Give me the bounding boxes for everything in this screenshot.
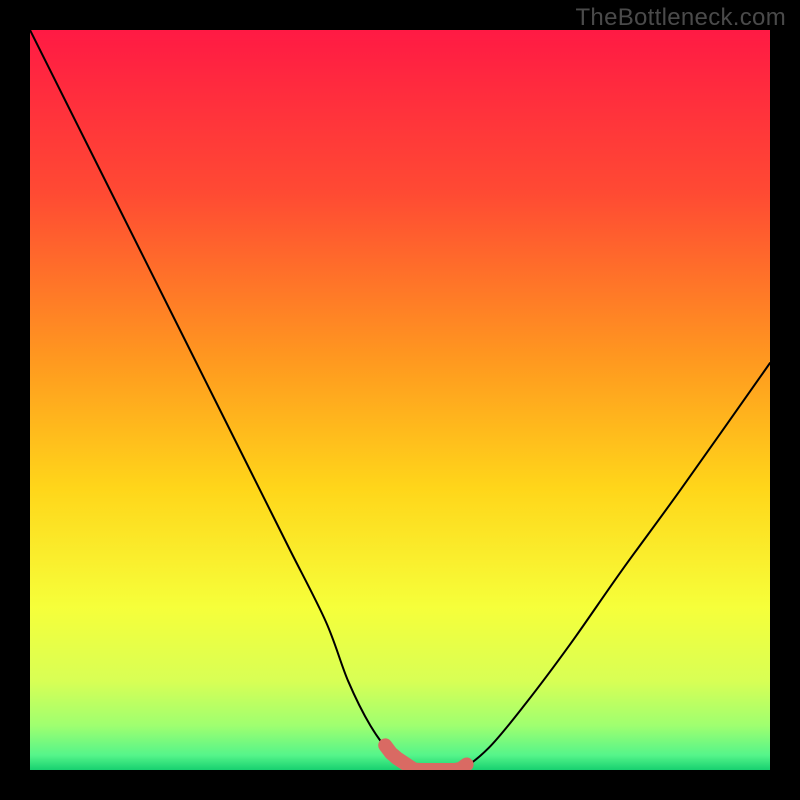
plot-area <box>30 30 770 770</box>
chart-svg <box>30 30 770 770</box>
gradient-background <box>30 30 770 770</box>
watermark-text: TheBottleneck.com <box>575 4 786 32</box>
chart-frame: TheBottleneck.com <box>0 0 800 800</box>
